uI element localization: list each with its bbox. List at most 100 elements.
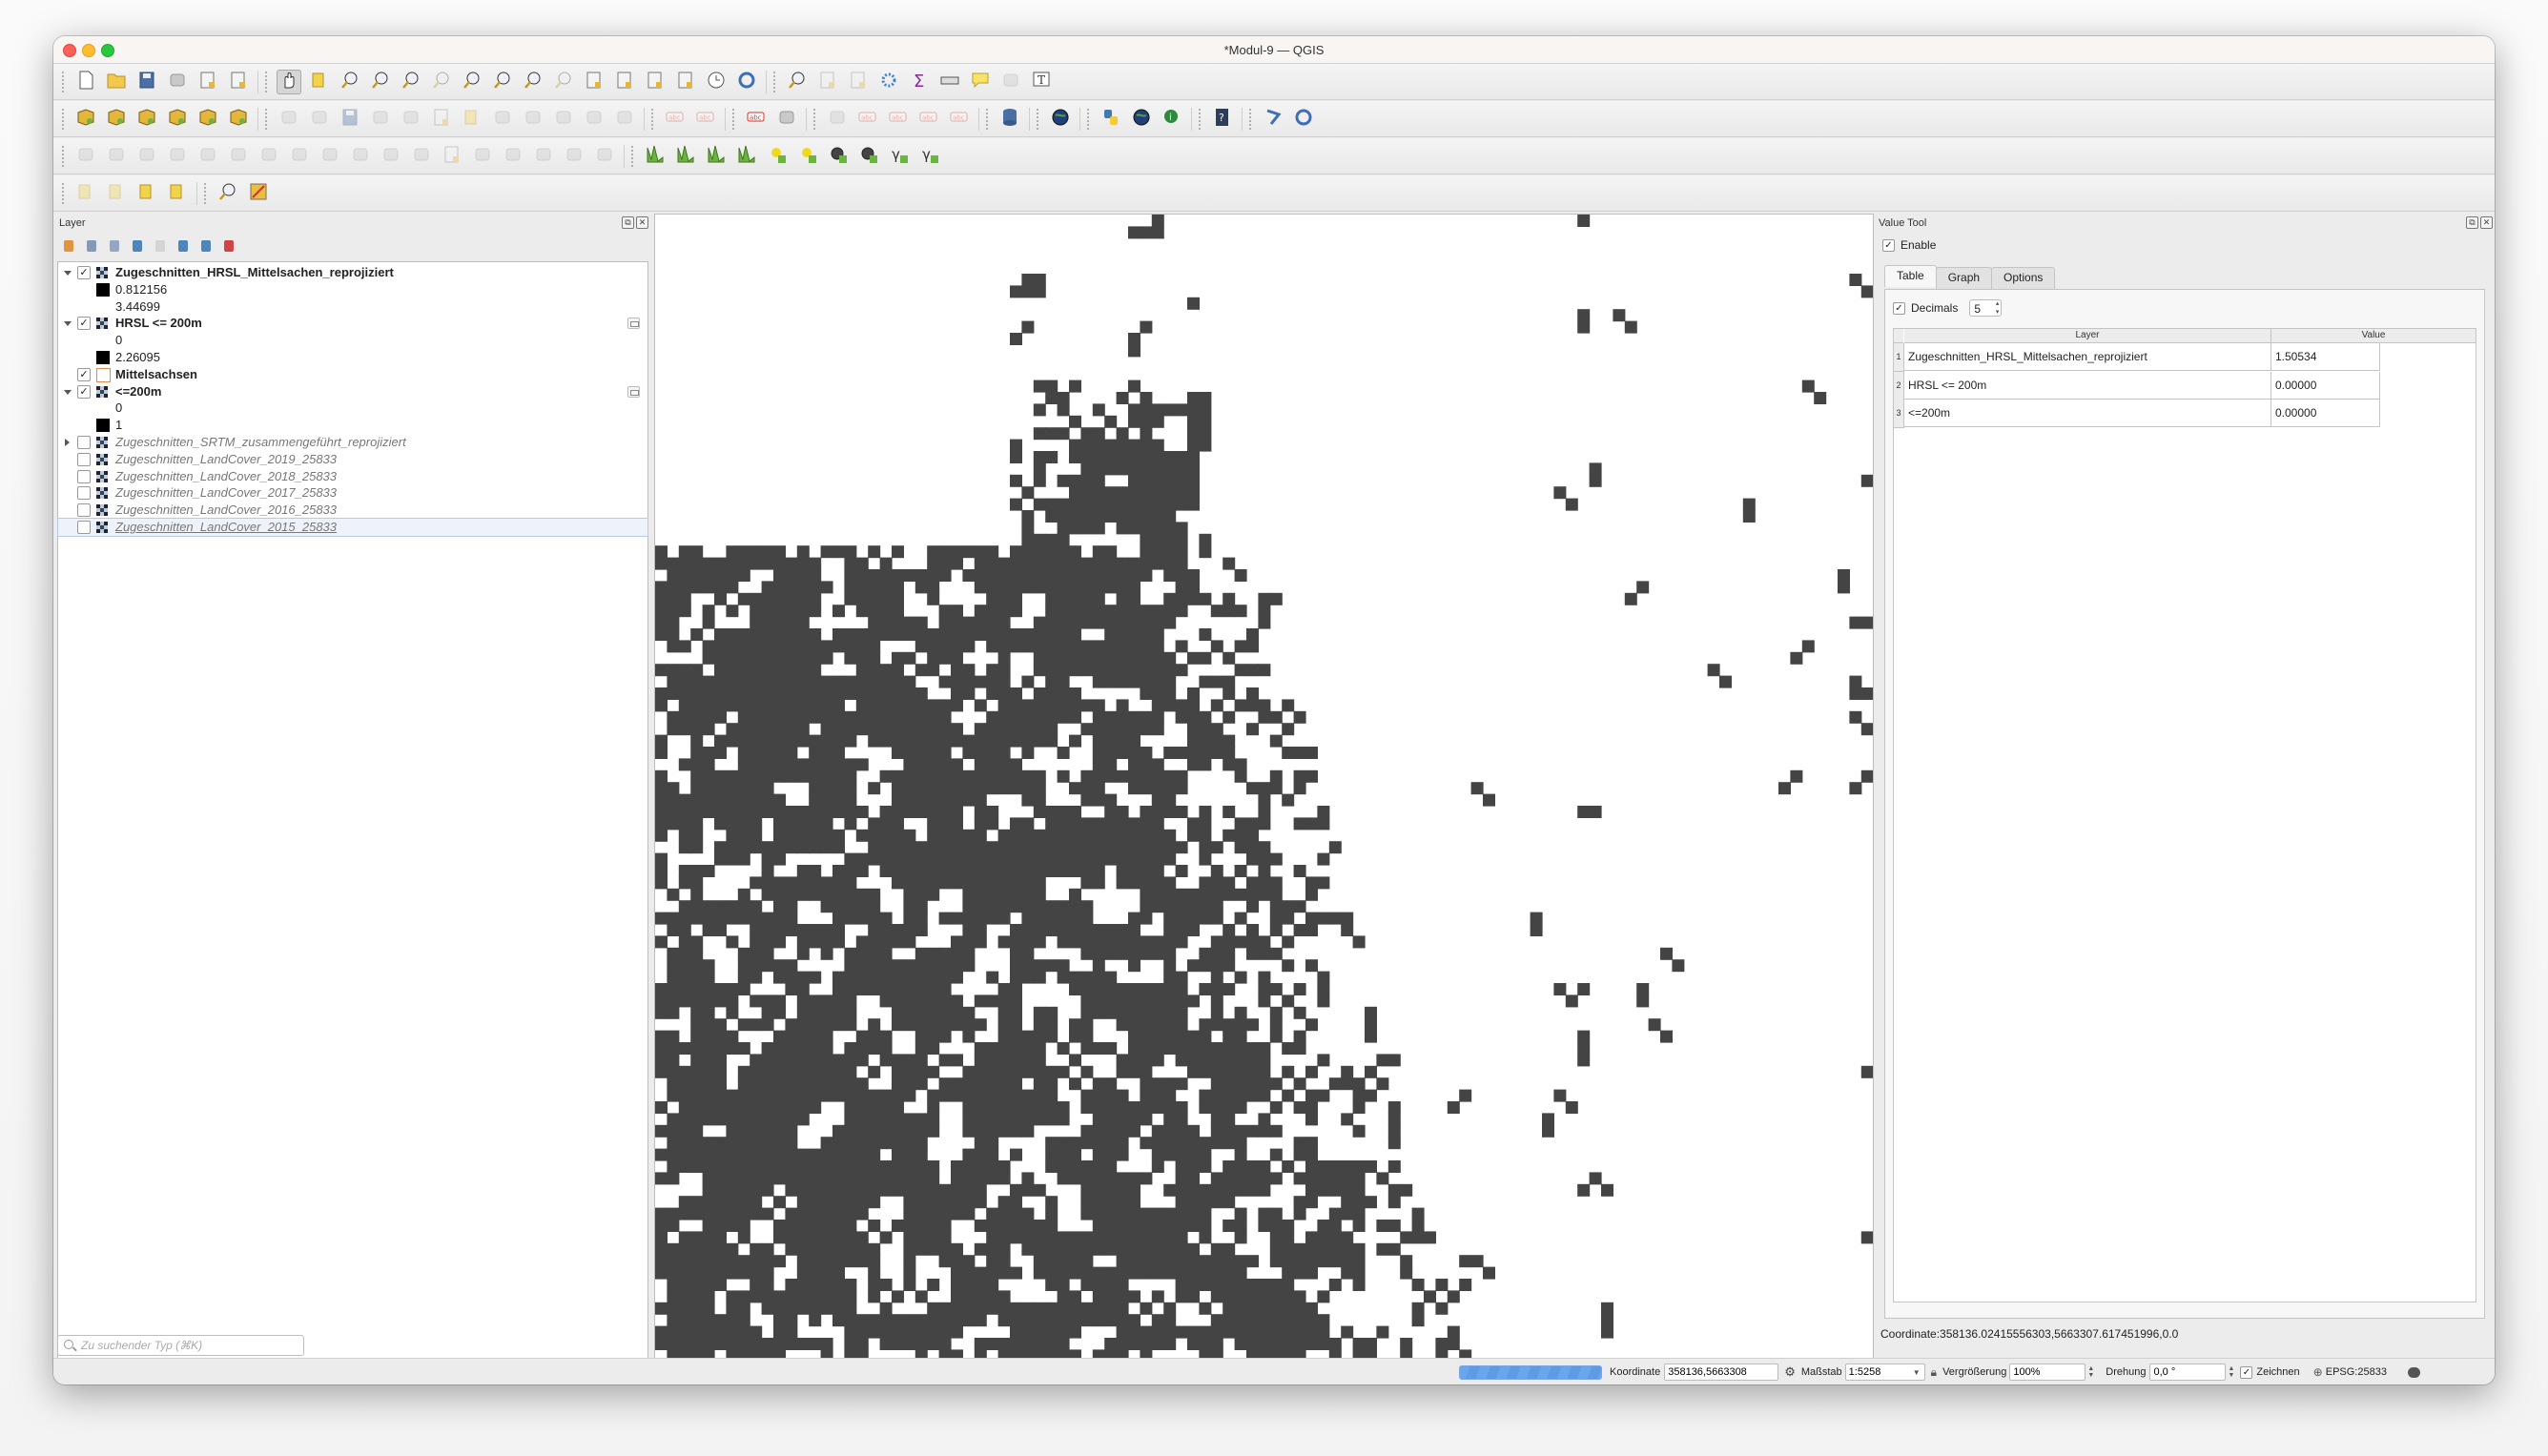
add-ring-button[interactable]	[134, 144, 159, 169]
modify-attributes-button[interactable]	[429, 107, 454, 132]
float-panel-button[interactable]: ⧉	[2466, 216, 2478, 229]
scale-dropdown-icon[interactable]: ▼	[1910, 1368, 1923, 1377]
crs-button[interactable]: EPSG:25833	[2326, 1366, 2387, 1378]
open-styling-button[interactable]	[61, 238, 76, 256]
new-shapefile-button[interactable]	[134, 107, 159, 132]
text-annotation-button[interactable]: T	[1029, 70, 1054, 94]
toolbar-grip[interactable]	[650, 107, 654, 131]
decimals-spinbox[interactable]: 5	[1969, 299, 2003, 317]
temporary-layer-icon[interactable]	[627, 318, 640, 330]
save-project-button[interactable]	[134, 70, 159, 94]
histogram-button[interactable]	[643, 144, 668, 169]
collapse-arrow-icon[interactable]	[64, 271, 72, 276]
map-tips-button[interactable]	[968, 70, 993, 94]
layer-labeling-button[interactable]: abc	[744, 107, 769, 132]
layer-item[interactable]: ✓ HRSL <= 200m	[58, 315, 647, 332]
table-sync-button[interactable]	[1291, 107, 1316, 132]
toolbar-grip[interactable]	[61, 107, 65, 131]
measure-button[interactable]	[937, 70, 962, 94]
locator-button[interactable]	[216, 181, 240, 206]
show-bookmarks-button[interactable]	[673, 70, 698, 94]
histogram-stretch-button[interactable]	[673, 144, 698, 169]
layer-visibility-checkbox[interactable]	[77, 486, 91, 501]
toolbox-button[interactable]	[876, 70, 901, 94]
enable-check[interactable]: ✓	[1882, 238, 1895, 252]
zoom-native-button[interactable]	[490, 70, 515, 94]
new-bookmark-button[interactable]	[643, 70, 668, 94]
lock-scale-icon[interactable]: 🔒︎	[1931, 1365, 1937, 1380]
python-console-button[interactable]	[1099, 107, 1123, 132]
rotate-label-button[interactable]: abc	[916, 107, 941, 132]
layer-visibility-checkbox[interactable]: ✓	[77, 317, 91, 331]
refresh-button[interactable]	[734, 70, 759, 94]
open-attribute-table-button[interactable]	[815, 70, 840, 94]
toolbar-grip[interactable]	[1036, 107, 1039, 131]
toolbar-grip[interactable]	[985, 107, 989, 131]
sum-button[interactable]: Σ	[907, 70, 932, 94]
decimals-checkbox[interactable]: ✓	[1893, 301, 1905, 315]
layer-item[interactable]: Zugeschnitten_LandCover_2016_25833	[58, 502, 647, 519]
fill-ring-button[interactable]	[195, 144, 220, 169]
expand-arrow-icon[interactable]	[65, 439, 70, 446]
layer-visibility-checkbox[interactable]	[77, 469, 91, 483]
layer-visibility-checkbox[interactable]	[77, 503, 91, 518]
save-as-button[interactable]	[165, 70, 190, 94]
globe-button[interactable]	[1129, 107, 1154, 132]
zoom-full-button[interactable]	[399, 70, 423, 94]
copy-button[interactable]	[521, 107, 545, 132]
pan-to-selection-button[interactable]	[307, 70, 332, 94]
layer-item[interactable]: Zugeschnitten_LandCover_2017_25833	[58, 484, 647, 502]
toolbar-grip[interactable]	[264, 107, 268, 131]
render-checkbox[interactable]: ✓	[2240, 1365, 2253, 1379]
toolbar-grip[interactable]	[630, 144, 634, 168]
layer-visibility-checkbox[interactable]	[77, 521, 91, 534]
magnifier-field[interactable]	[2009, 1364, 2086, 1381]
new-virtual-layer-button[interactable]	[195, 107, 220, 132]
zoom-in-button[interactable]	[338, 70, 362, 94]
manage-visibility-button[interactable]	[107, 238, 122, 256]
delete-selected-button[interactable]	[460, 107, 484, 132]
layer-visibility-checkbox[interactable]: ✓	[77, 384, 91, 399]
layer-item[interactable]: ✓ Zugeschnitten_HRSL_Mittelsachen_reproji…	[58, 264, 647, 281]
help-button[interactable]: ?	[1210, 107, 1235, 132]
merge-features-button[interactable]	[409, 144, 434, 169]
new-3d-view-button[interactable]	[612, 70, 637, 94]
decrease-contrast-button[interactable]	[856, 144, 881, 169]
digitize-shape-button[interactable]	[73, 144, 98, 169]
messages-icon[interactable]	[2407, 1366, 2420, 1378]
paste-button[interactable]	[551, 107, 576, 132]
collapse-arrow-icon[interactable]	[64, 321, 72, 327]
toolbar-grip[interactable]	[61, 144, 65, 168]
toolbar-grip[interactable]	[812, 107, 816, 131]
rotate-point-button[interactable]	[470, 144, 495, 169]
measure-angle-button[interactable]	[104, 144, 129, 169]
filter-legend-button[interactable]	[130, 238, 145, 256]
layer-visibility-checkbox[interactable]	[77, 452, 91, 466]
collapse-all-button[interactable]	[198, 238, 214, 256]
tab-table[interactable]: Table	[1884, 265, 1937, 287]
float-panel-button[interactable]: ⧉	[622, 216, 634, 229]
close-panel-button[interactable]: ✕	[636, 216, 648, 229]
toggle-extents-icon[interactable]: ⚙	[1784, 1364, 1796, 1380]
info-button[interactable]: i	[1160, 107, 1184, 132]
statistics-button[interactable]	[846, 70, 871, 94]
layer-item[interactable]: Zugeschnitten_LandCover_2019_25833	[58, 451, 647, 468]
label-button[interactable]: abc	[663, 107, 688, 132]
layer-visibility-checkbox[interactable]: ✓	[77, 367, 91, 381]
toolbar-grip[interactable]	[772, 70, 776, 93]
metasearch-button[interactable]	[1048, 107, 1073, 132]
toolbar-grip[interactable]	[61, 70, 65, 93]
select-features-button[interactable]	[73, 181, 98, 206]
toolbar-grip[interactable]	[264, 70, 268, 93]
layer-item[interactable]: Zugeschnitten_LandCover_2018_25833	[58, 468, 647, 485]
layer-visibility-checkbox[interactable]: ✓	[77, 266, 91, 279]
layer-visibility-checkbox[interactable]	[77, 436, 91, 449]
reshape-button[interactable]	[287, 144, 312, 169]
map-canvas[interactable]	[654, 214, 1874, 1360]
add-group-button[interactable]	[84, 238, 99, 256]
move-label-button[interactable]: abc	[886, 107, 911, 132]
expand-all-button[interactable]	[175, 238, 191, 256]
toolbar-grip[interactable]	[61, 181, 65, 205]
column-header-value[interactable]: Value	[2271, 329, 2476, 343]
crs-globe-icon[interactable]: ⊕	[2313, 1365, 2323, 1379]
